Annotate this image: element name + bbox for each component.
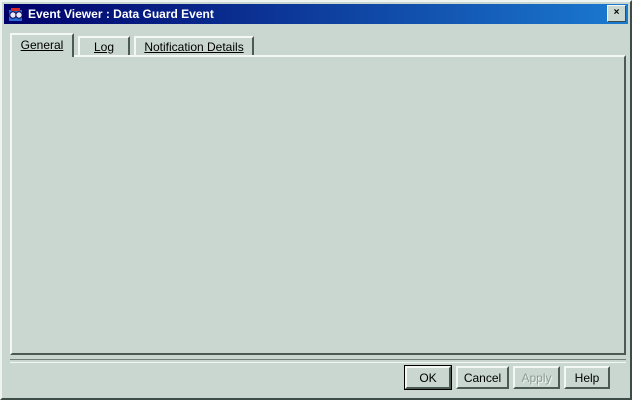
tab-general[interactable]: General <box>10 33 74 57</box>
button-separator <box>10 359 626 363</box>
general-tab-panel <box>10 55 626 355</box>
window-title: Event Viewer : Data Guard Event <box>28 7 214 21</box>
event-viewer-dialog: Event Viewer : Data Guard Event × Genera… <box>0 0 632 400</box>
close-icon: × <box>613 7 620 18</box>
title-bar[interactable]: Event Viewer : Data Guard Event <box>4 4 628 24</box>
close-button[interactable]: × <box>607 5 626 22</box>
apply-button[interactable]: Apply <box>513 366 560 389</box>
ok-button[interactable]: OK <box>404 365 452 390</box>
app-icon <box>9 7 23 21</box>
tab-notification-details[interactable]: Notification Details <box>134 36 254 55</box>
tab-log[interactable]: Log <box>78 36 130 55</box>
cancel-button[interactable]: Cancel <box>456 366 509 389</box>
help-button[interactable]: Help <box>564 366 610 389</box>
